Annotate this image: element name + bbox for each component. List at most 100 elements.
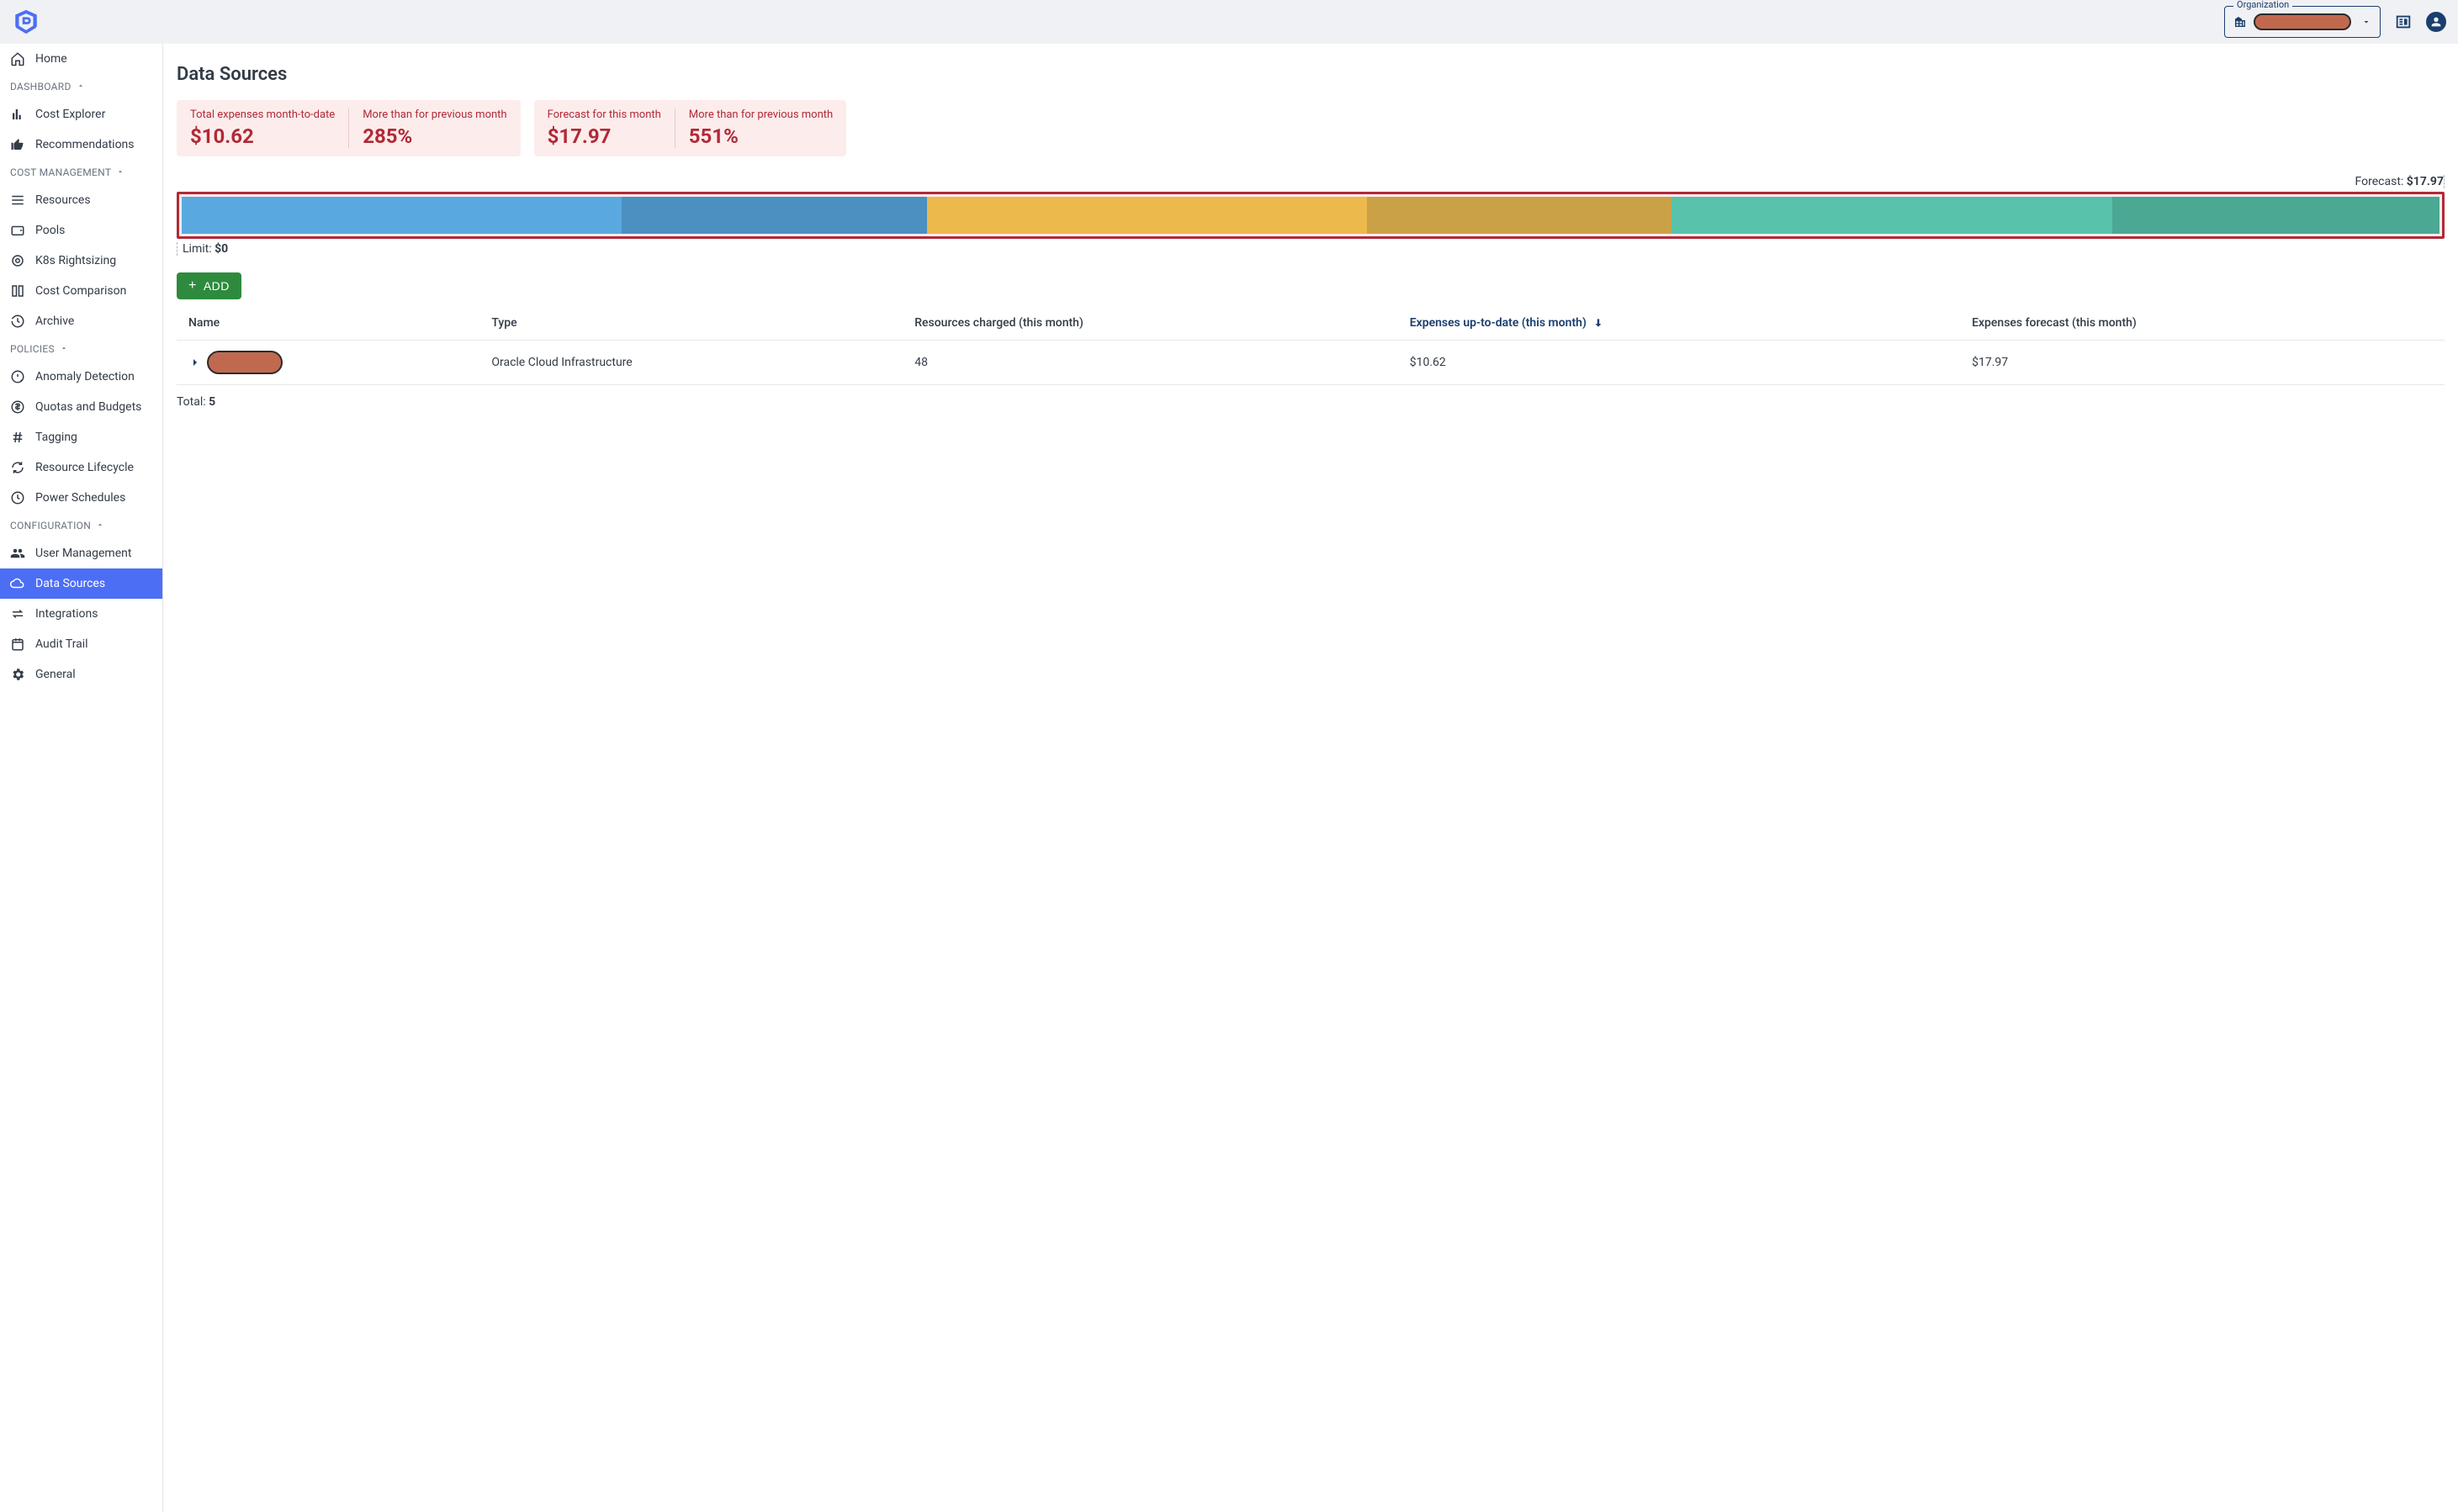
- sidebar-item-label: Resource Lifecycle: [35, 461, 134, 474]
- col-type[interactable]: Type: [479, 306, 903, 341]
- sidebar-item-data-sources[interactable]: Data Sources: [0, 568, 162, 599]
- cloud-icon: [10, 576, 25, 591]
- summary-card-forecast: Forecast for this month $17.97 More than…: [534, 100, 847, 156]
- sidebar-item-general[interactable]: General: [0, 659, 162, 690]
- chevron-down-icon: [2361, 14, 2371, 30]
- page-title: Data Sources: [177, 64, 2445, 85]
- col-name[interactable]: Name: [177, 306, 479, 341]
- chevron-up-icon: [96, 520, 104, 531]
- hash-icon: [10, 430, 25, 445]
- sidebar-item-label: Archive: [35, 315, 74, 328]
- compare-icon: [10, 283, 25, 299]
- building-icon: [2233, 15, 2247, 29]
- col-resources[interactable]: Resources charged (this month): [903, 306, 1398, 341]
- user-avatar[interactable]: [2426, 12, 2446, 32]
- sidebar-item-resource-lifecycle[interactable]: Resource Lifecycle: [0, 452, 162, 483]
- chevron-up-icon: [116, 167, 124, 178]
- bar-chart-icon: [10, 107, 25, 122]
- history-icon: [10, 314, 25, 329]
- source-name-redacted: [207, 351, 283, 374]
- chevron-up-icon: [77, 81, 85, 93]
- forecast-segment: [2112, 197, 2439, 234]
- organization-label: Organization: [2233, 0, 2292, 10]
- sidebar-item-pools[interactable]: Pools: [0, 215, 162, 246]
- clock-icon: [10, 490, 25, 505]
- sidebar-item-archive[interactable]: Archive: [0, 306, 162, 336]
- arrow-down-icon: [1592, 317, 1604, 329]
- organization-value-redacted: [2254, 13, 2351, 30]
- forecast-bottom-label: Limit: $0: [177, 242, 228, 256]
- total-line: Total: 5: [177, 395, 2445, 409]
- add-button-label: ADD: [204, 279, 230, 293]
- sidebar-item-label: Integrations: [35, 607, 98, 621]
- sidebar-section-dashboard[interactable]: DASHBOARD: [0, 74, 162, 99]
- chevron-right-icon[interactable]: [188, 356, 202, 369]
- sidebar-item-home[interactable]: Home: [0, 44, 162, 74]
- sidebar-item-label: K8s Rightsizing: [35, 254, 116, 267]
- sidebar-item-tagging[interactable]: Tagging: [0, 422, 162, 452]
- target-icon: [10, 253, 25, 268]
- data-sources-table: Name Type Resources charged (this month)…: [177, 306, 2445, 385]
- forecast-segment: [182, 197, 622, 234]
- sidebar-section-policies[interactable]: POLICIES: [0, 336, 162, 362]
- sidebar-section-cost-management[interactable]: COST MANAGEMENT: [0, 160, 162, 185]
- chevron-up-icon: [60, 343, 68, 355]
- forecast-segment: [1671, 197, 2111, 234]
- users-icon: [10, 546, 25, 561]
- list-icon: [10, 193, 25, 208]
- wallet-icon: [10, 223, 25, 238]
- summary-card-expenses: Total expenses month-to-date $10.62 More…: [177, 100, 521, 156]
- forecast-segment: [622, 197, 926, 234]
- sidebar-item-label: Cost Explorer: [35, 108, 105, 121]
- sidebar-item-quotas-budgets[interactable]: Quotas and Budgets: [0, 392, 162, 422]
- sidebar-item-user-management[interactable]: User Management: [0, 538, 162, 568]
- summary-value: 551%: [689, 124, 833, 148]
- sidebar-item-cost-explorer[interactable]: Cost Explorer: [0, 99, 162, 130]
- sidebar-item-label: Audit Trail: [35, 637, 88, 651]
- anomaly-icon: [10, 369, 25, 384]
- top-right-cluster: Organization: [2224, 6, 2446, 38]
- cell-resources: 48: [903, 341, 1398, 385]
- summary-value: $10.62: [190, 124, 335, 148]
- calendar-icon: [10, 637, 25, 652]
- home-icon: [10, 51, 25, 66]
- col-expenses[interactable]: Expenses up-to-date (this month): [1398, 306, 1960, 341]
- content-area: Data Sources Total expenses month-to-dat…: [163, 44, 2458, 1512]
- sidebar-item-label: Tagging: [35, 431, 77, 444]
- lifecycle-icon: [10, 460, 25, 475]
- sidebar-item-integrations[interactable]: Integrations: [0, 599, 162, 629]
- cell-forecast: $17.97: [1960, 341, 2445, 385]
- sidebar-item-label: Resources: [35, 193, 91, 207]
- col-forecast[interactable]: Expenses forecast (this month): [1960, 306, 2445, 341]
- sidebar-item-recommendations[interactable]: Recommendations: [0, 130, 162, 160]
- sidebar-item-anomaly-detection[interactable]: Anomaly Detection: [0, 362, 162, 392]
- swap-icon: [10, 606, 25, 621]
- sidebar-item-audit-trail[interactable]: Audit Trail: [0, 629, 162, 659]
- sidebar-item-label: Data Sources: [35, 577, 105, 590]
- organization-selector[interactable]: Organization: [2224, 6, 2381, 38]
- sidebar-item-cost-comparison[interactable]: Cost Comparison: [0, 276, 162, 306]
- summary-value: 285%: [363, 124, 506, 148]
- gear-icon: [10, 667, 25, 682]
- summary-row: Total expenses month-to-date $10.62 More…: [177, 100, 2445, 156]
- sidebar-section-configuration[interactable]: CONFIGURATION: [0, 513, 162, 538]
- sidebar-item-resources[interactable]: Resources: [0, 185, 162, 215]
- summary-label: More than for previous month: [689, 108, 833, 121]
- sidebar-item-k8s-rightsizing[interactable]: K8s Rightsizing: [0, 246, 162, 276]
- sidebar-item-power-schedules[interactable]: Power Schedules: [0, 483, 162, 513]
- sidebar-item-label: Cost Comparison: [35, 284, 126, 298]
- sidebar-item-label: Pools: [35, 224, 65, 237]
- forecast-top-label: Forecast: $17.97: [177, 175, 2445, 188]
- sidebar-item-label: Home: [35, 52, 67, 66]
- plus-icon: +: [188, 279, 197, 293]
- docs-icon[interactable]: [2394, 13, 2413, 31]
- add-button[interactable]: + ADD: [177, 272, 241, 299]
- sidebar-item-label: User Management: [35, 547, 131, 560]
- table-row[interactable]: Oracle Cloud Infrastructure48$10.62$17.9…: [177, 341, 2445, 385]
- forecast-bar: [177, 192, 2445, 239]
- summary-label: Total expenses month-to-date: [190, 108, 335, 121]
- thumbs-up-icon: [10, 137, 25, 152]
- app-logo: [12, 8, 40, 36]
- forecast-block: Forecast: $17.97 Limit: $0: [177, 175, 2445, 256]
- sidebar-item-label: Recommendations: [35, 138, 135, 151]
